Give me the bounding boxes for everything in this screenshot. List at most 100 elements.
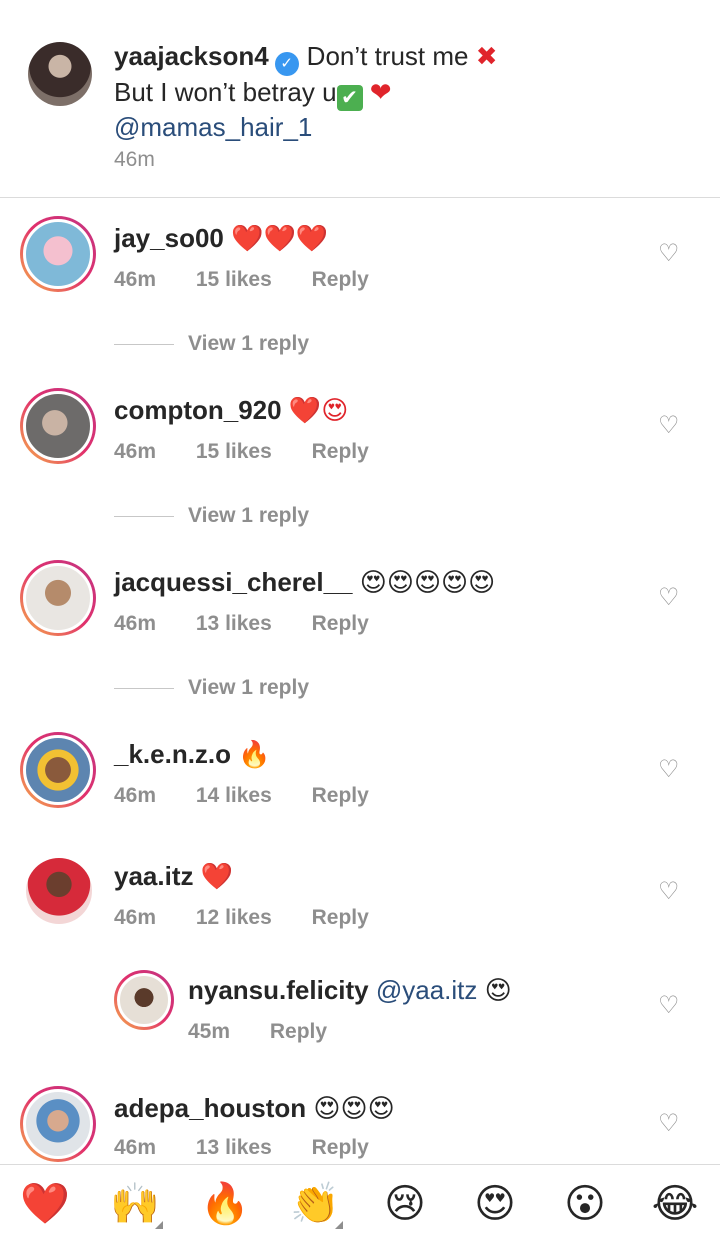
reply-mention[interactable]: @yaa.itz xyxy=(376,975,478,1005)
heart-outline-icon[interactable]: ♡ xyxy=(658,994,682,1018)
comment-likes[interactable]: 14 likes xyxy=(196,784,272,807)
view-replies-label: View 1 reply xyxy=(188,676,310,699)
avatar[interactable] xyxy=(20,560,96,636)
cross-mark-icon: ✖ xyxy=(475,42,498,72)
view-replies-button[interactable]: View 1 reply xyxy=(114,676,309,700)
comment-time: 46m xyxy=(114,784,157,807)
reply-button[interactable]: Reply xyxy=(270,1020,327,1043)
comment-likes[interactable]: 13 likes xyxy=(196,612,272,635)
caption-line1: Don’t trust me xyxy=(306,41,469,71)
comment-meta: 46m 15 likes Reply xyxy=(114,268,403,292)
clapping-hands-icon: 👏 xyxy=(290,1181,340,1227)
raised-hands-icon: 🙌 xyxy=(110,1181,160,1227)
surprised-emoji-button[interactable]: 😮 xyxy=(557,1179,613,1229)
clap-emoji-button[interactable]: 👏 xyxy=(287,1179,343,1229)
avatar[interactable] xyxy=(20,1086,96,1162)
reply-button[interactable]: Reply xyxy=(312,268,369,291)
avatar[interactable] xyxy=(26,858,92,924)
heart-outline-icon[interactable]: ♡ xyxy=(658,1112,682,1136)
reply-time: 45m xyxy=(188,1020,231,1043)
caption-time: 46m xyxy=(114,148,155,171)
reply-username[interactable]: nyansu.felicity xyxy=(188,975,369,1005)
reply-item: nyansu.felicity @yaa.itz 😍 45m Reply ♡ xyxy=(0,968,720,1068)
heart-outline-icon[interactable]: ♡ xyxy=(658,414,682,438)
comment-username[interactable]: adepa_houston xyxy=(114,1093,306,1123)
comment-item: adepa_houston 😍😍😍 46m 13 likes Reply ♡ xyxy=(0,1084,720,1164)
caption-line2: But I won’t betray u xyxy=(114,77,337,107)
comment-username[interactable]: jacquessi_cherel__ xyxy=(114,567,353,597)
heart-outline-icon[interactable]: ♡ xyxy=(658,880,682,904)
heart-outline-icon[interactable]: ♡ xyxy=(658,242,682,266)
comment-time: 46m xyxy=(114,268,157,291)
comment-text: jacquessi_cherel__ 😍😍😍😍😍 xyxy=(114,566,495,599)
comment-meta: 46m 14 likes Reply xyxy=(114,784,403,808)
comment-likes[interactable]: 15 likes xyxy=(196,268,272,291)
view-replies-button[interactable]: View 1 reply xyxy=(114,504,309,528)
reply-meta: 45m Reply xyxy=(188,1020,361,1044)
comment-text: jay_so00 ❤️❤️❤️ xyxy=(114,222,328,255)
reply-button[interactable]: Reply xyxy=(312,906,369,929)
reply-button[interactable]: Reply xyxy=(312,1136,369,1159)
comment-likes[interactable]: 13 likes xyxy=(196,1136,272,1159)
comment-time: 46m xyxy=(114,1136,157,1159)
avatar[interactable] xyxy=(20,732,96,808)
heart-eyes-emoji-button[interactable]: 😍 xyxy=(467,1179,523,1229)
comment-item: _k.e.n.z.o 🔥 46m 14 likes Reply ♡ xyxy=(0,730,720,830)
crying-emoji-button[interactable]: 😢 xyxy=(377,1179,433,1229)
view-replies-button[interactable]: View 1 reply xyxy=(114,332,309,356)
laughing-emoji-button[interactable]: 😂 xyxy=(647,1179,703,1229)
comment-username[interactable]: jay_so00 xyxy=(114,223,224,253)
reply-button[interactable]: Reply xyxy=(312,612,369,635)
comment-item: compton_920 ❤️😍 46m 15 likes Reply ♡ Vie… xyxy=(0,386,720,536)
comment-time: 46m xyxy=(114,612,157,635)
comment-likes[interactable]: 12 likes xyxy=(196,906,272,929)
raised-hands-emoji-button[interactable]: 🙌 xyxy=(107,1179,163,1229)
comment-text: compton_920 ❤️😍 xyxy=(114,394,348,427)
comment-meta: 46m 13 likes Reply xyxy=(114,612,403,636)
view-replies-label: View 1 reply xyxy=(188,504,310,527)
comment-emojis: 🔥 xyxy=(238,740,271,770)
comment-meta: 46m 15 likes Reply xyxy=(114,440,403,464)
heart-on-fire-icon: ❤ xyxy=(369,78,392,108)
variant-indicator-icon xyxy=(335,1221,343,1229)
heart-outline-icon[interactable]: ♡ xyxy=(658,586,682,610)
comment-meta: 46m 12 likes Reply xyxy=(114,906,403,930)
caption-text: yaajackson4 ✓ Don’t trust me ✖ But I won’t… xyxy=(114,40,694,143)
comment-username[interactable]: yaa.itz xyxy=(114,861,194,891)
comment-emojis: 😍😍😍 xyxy=(313,1094,395,1124)
comment-emojis: ❤️ xyxy=(200,862,234,892)
comment-item: jacquessi_cherel__ 😍😍😍😍😍 46m 13 likes Re… xyxy=(0,558,720,708)
check-mark-icon: ✔ xyxy=(336,85,363,111)
avatar[interactable] xyxy=(20,216,96,292)
comment-username[interactable]: compton_920 xyxy=(114,395,282,425)
comment-text: _k.e.n.z.o 🔥 xyxy=(114,738,271,771)
comment-likes[interactable]: 15 likes xyxy=(196,440,272,463)
avatar[interactable] xyxy=(114,970,174,1030)
fire-emoji-button[interactable]: 🔥 xyxy=(197,1179,253,1229)
caption-username[interactable]: yaajackson4 xyxy=(114,41,269,71)
comment-emojis: ❤️😍 xyxy=(288,396,349,426)
heart-outline-icon[interactable]: ♡ xyxy=(658,758,682,782)
comment-username[interactable]: _k.e.n.z.o xyxy=(114,739,231,769)
reply-button[interactable]: Reply xyxy=(312,440,369,463)
comment-time: 46m xyxy=(114,440,157,463)
comment-meta: 46m 13 likes Reply xyxy=(114,1136,403,1160)
comment-item: yaa.itz ❤️ 46m 12 likes Reply ♡ xyxy=(0,852,720,952)
comment-text: yaa.itz ❤️ xyxy=(114,860,233,893)
comment-text: adepa_houston 😍😍😍 xyxy=(114,1092,395,1125)
comment-item: jay_so00 ❤️❤️❤️ 46m 15 likes Reply ♡ Vie… xyxy=(0,214,720,364)
comment-emojis: ❤️❤️❤️ xyxy=(231,224,329,254)
avatar[interactable] xyxy=(28,42,92,106)
heart-emoji-button[interactable]: ❤️ xyxy=(17,1179,73,1229)
avatar[interactable] xyxy=(20,388,96,464)
reply-button[interactable]: Reply xyxy=(312,784,369,807)
post-caption: yaajackson4 ✓ Don’t trust me ✖ But I won’t… xyxy=(0,0,720,198)
variant-indicator-icon xyxy=(155,1221,163,1229)
view-replies-label: View 1 reply xyxy=(188,332,310,355)
emoji-reaction-bar: ❤️ 🙌 🔥 👏 😢 😍 😮 😂 xyxy=(0,1164,720,1240)
reply-text: nyansu.felicity @yaa.itz 😍 xyxy=(188,974,512,1007)
comment-emojis: 😍😍😍😍😍 xyxy=(359,568,496,598)
comment-time: 46m xyxy=(114,906,157,929)
verified-badge-icon: ✓ xyxy=(274,52,299,76)
caption-mention[interactable]: @mamas_hair_1 xyxy=(114,112,312,142)
